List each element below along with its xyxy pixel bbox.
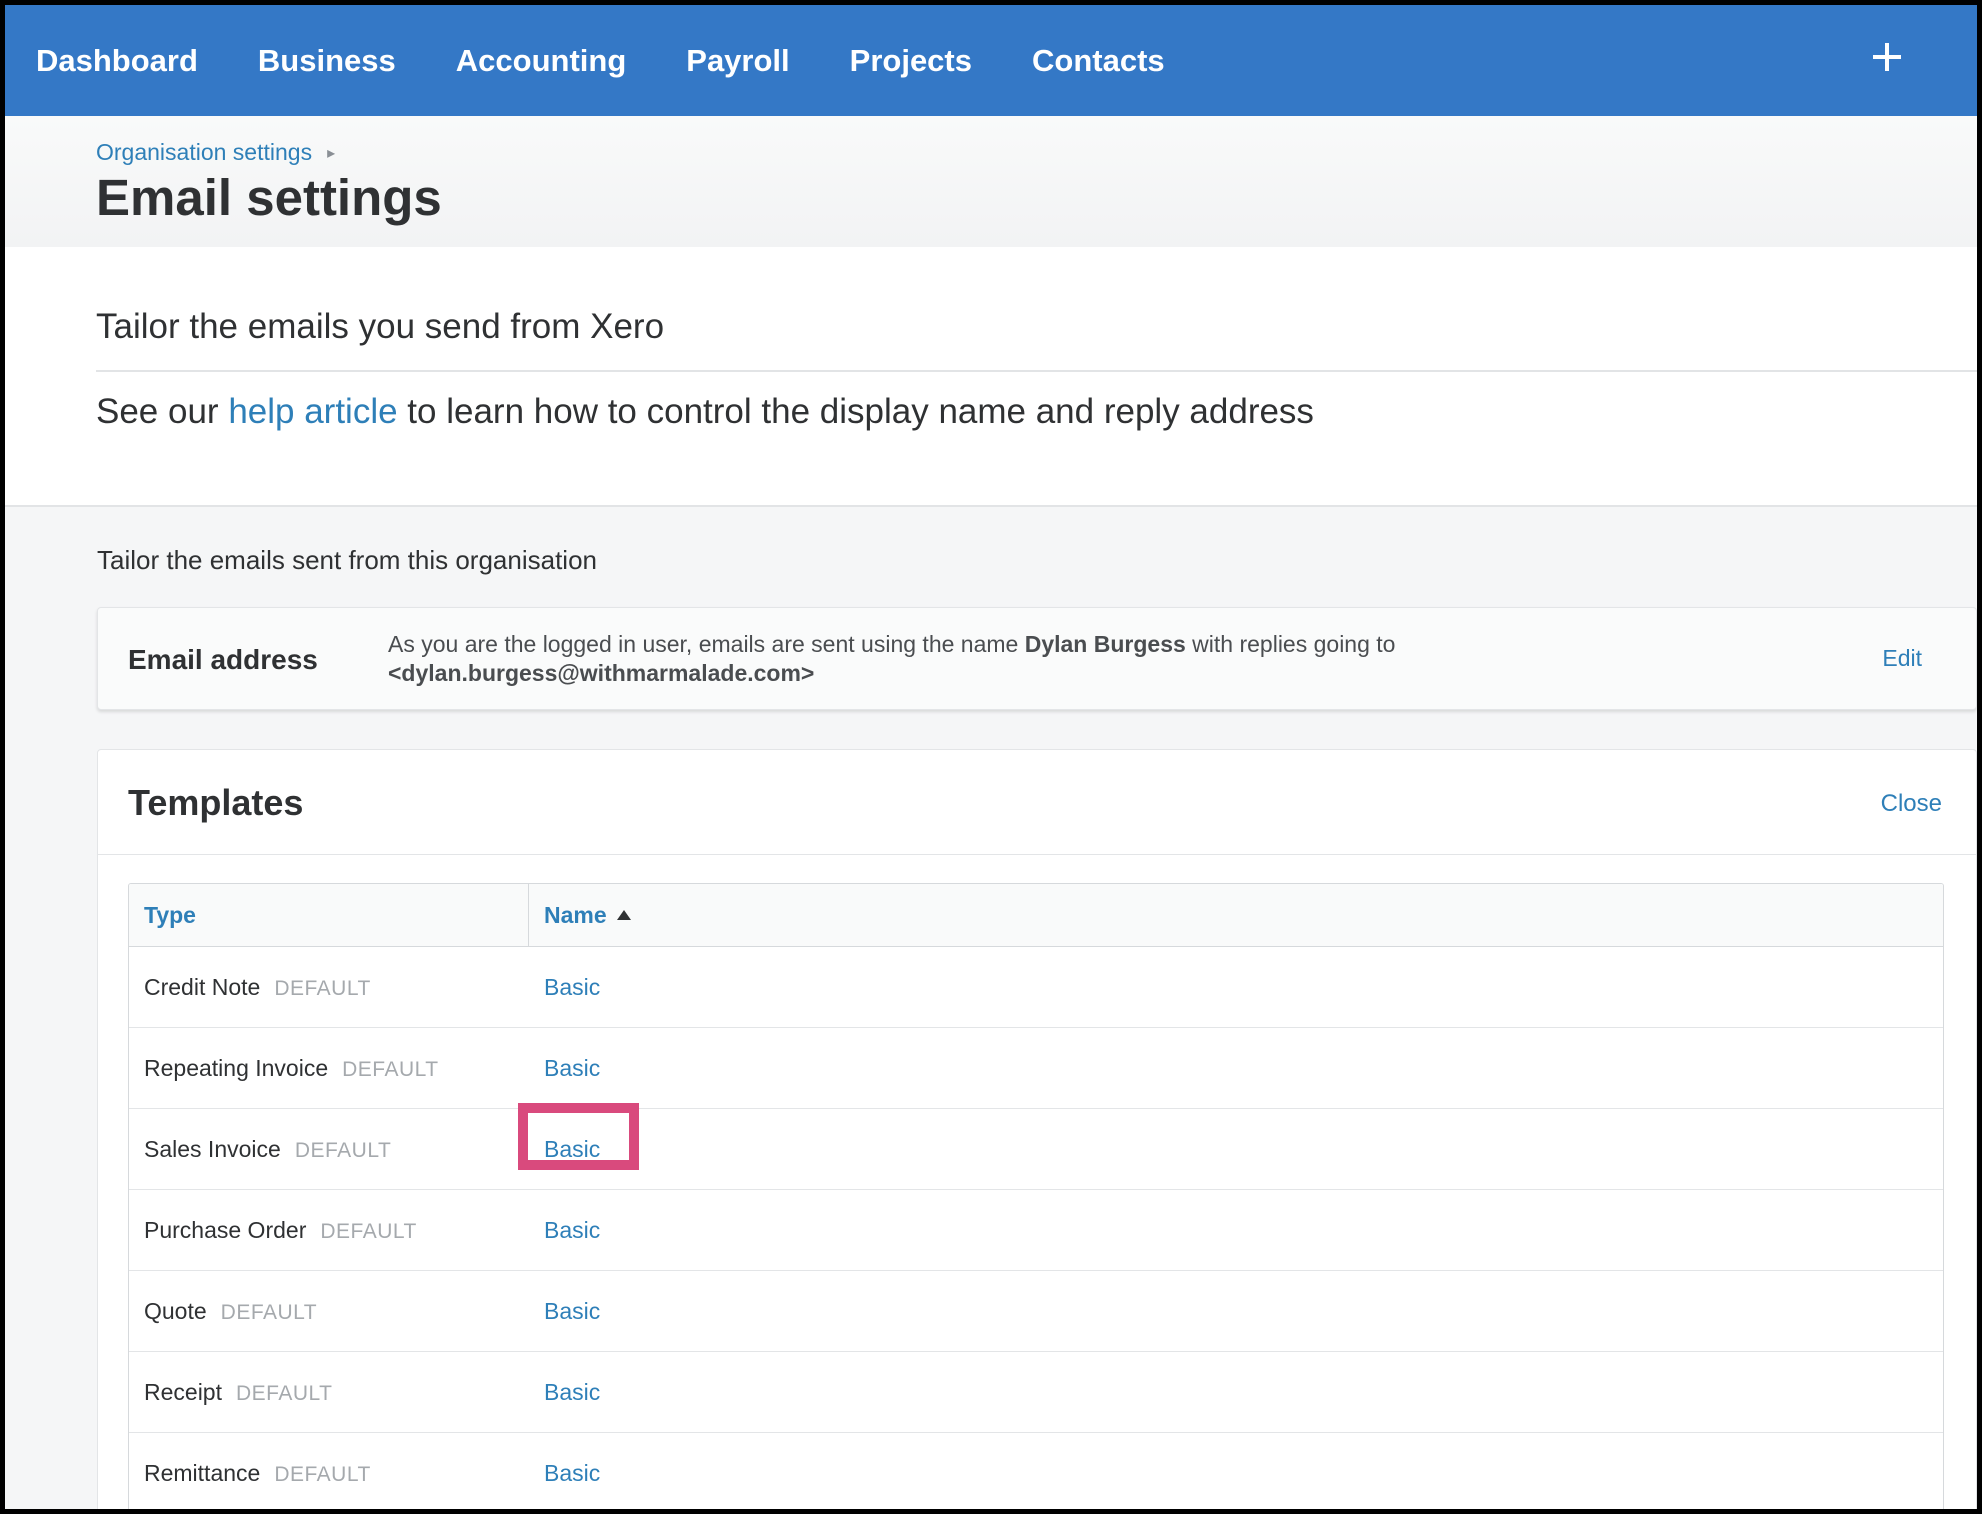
template-type: Remittance DEFAULT — [129, 1460, 529, 1487]
templates-table: Type Name Credit Note DEFAULT Basic Repea… — [128, 883, 1944, 1509]
template-name-link[interactable]: Basic — [544, 974, 600, 1000]
table-header: Type Name — [129, 884, 1943, 947]
template-name: Basic — [529, 1298, 1943, 1325]
template-type: Receipt DEFAULT — [129, 1379, 529, 1406]
sender-name: Dylan Burgess — [1024, 631, 1186, 657]
default-badge: DEFAULT — [274, 1462, 371, 1486]
table-row: Repeating Invoice DEFAULT Basic — [129, 1028, 1943, 1109]
top-nav: Dashboard Business Accounting Payroll Pr… — [5, 5, 1977, 116]
default-badge: DEFAULT — [235, 1381, 333, 1405]
nav-projects[interactable]: Projects — [850, 43, 972, 79]
template-name-link[interactable]: Basic — [544, 1217, 600, 1243]
email-address-label: Email address — [128, 644, 318, 675]
table-row: Receipt DEFAULT Basic — [129, 1352, 1943, 1433]
table-row: Credit Note DEFAULT Basic — [129, 947, 1943, 1028]
breadcrumb: Organisation settings ▸ — [96, 139, 335, 166]
template-type: Quote DEFAULT — [129, 1298, 529, 1325]
table-row: Remittance DEFAULT Basic — [129, 1433, 1943, 1509]
default-badge: DEFAULT — [320, 1219, 417, 1243]
template-type-label: Credit Note — [144, 973, 261, 1000]
column-header-name[interactable]: Name — [529, 884, 1943, 946]
nav-payroll[interactable]: Payroll — [686, 43, 789, 79]
column-header-type[interactable]: Type — [129, 884, 529, 946]
email-desc-prefix: As you are the logged in user, emails ar… — [388, 631, 1025, 657]
default-badge: DEFAULT — [274, 976, 371, 1000]
page-header: Organisation settings ▸ Email settings — [5, 116, 1977, 247]
template-type-label: Repeating Invoice — [144, 1054, 329, 1081]
table-row: Purchase Order DEFAULT Basic — [129, 1190, 1943, 1271]
default-badge: DEFAULT — [342, 1057, 439, 1081]
column-type-label: Type — [144, 901, 196, 928]
edit-email-button[interactable]: Edit — [1882, 645, 1922, 672]
close-templates-button[interactable]: Close — [1881, 790, 1942, 818]
intro-help-text: See our help article to learn how to con… — [96, 392, 1314, 432]
template-type: Credit Note DEFAULT — [129, 974, 529, 1001]
template-name-link[interactable]: Basic — [544, 1055, 600, 1081]
table-row: Quote DEFAULT Basic — [129, 1271, 1943, 1352]
add-new-button[interactable] — [1857, 27, 1917, 87]
nav-contacts[interactable]: Contacts — [1032, 43, 1165, 79]
templates-card: Templates Close Type Name Credit Note DEF… — [97, 749, 1977, 1509]
intro-heading: Tailor the emails you send from Xero — [96, 307, 665, 346]
app-window: Dashboard Business Accounting Payroll Pr… — [5, 5, 1977, 1509]
plus-icon — [1873, 43, 1901, 71]
chevron-right-icon: ▸ — [327, 144, 336, 162]
template-name: Basic — [529, 1055, 1943, 1082]
email-address-description: As you are the logged in user, emails ar… — [388, 630, 1395, 688]
template-type: Purchase Order DEFAULT — [129, 1217, 529, 1244]
template-name-link[interactable]: Basic — [544, 1460, 600, 1486]
help-suffix: to learn how to control the display name… — [397, 392, 1314, 431]
template-type-label: Purchase Order — [144, 1216, 307, 1243]
reply-address: <dylan.burgess@withmarmalade.com> — [388, 660, 815, 686]
template-name: Basic — [529, 1460, 1943, 1487]
help-prefix: See our — [96, 392, 229, 431]
nav-accounting[interactable]: Accounting — [456, 43, 627, 79]
column-name-label: Name — [544, 901, 607, 928]
template-type-label: Sales Invoice — [144, 1135, 281, 1162]
section-caption: Tailor the emails sent from this organis… — [97, 545, 598, 575]
templates-title: Templates — [128, 782, 304, 823]
template-type: Repeating Invoice DEFAULT — [129, 1055, 529, 1082]
page-title: Email settings — [96, 169, 442, 226]
template-type: Sales Invoice DEFAULT — [129, 1136, 529, 1163]
template-name-link[interactable]: Basic — [544, 1379, 600, 1405]
nav-business[interactable]: Business — [258, 43, 396, 79]
email-address-card: Email address As you are the logged in u… — [97, 607, 1977, 710]
template-name: Basic — [529, 1217, 1943, 1244]
template-type-label: Receipt — [144, 1378, 222, 1405]
help-article-link[interactable]: help article — [228, 392, 397, 431]
default-badge: DEFAULT — [294, 1138, 392, 1162]
template-name: Basic — [518, 1102, 1943, 1170]
template-type-label: Remittance — [144, 1459, 261, 1486]
breadcrumb-organisation-settings[interactable]: Organisation settings — [96, 139, 312, 166]
template-name: Basic — [529, 1379, 1943, 1406]
divider — [96, 370, 1977, 372]
template-name: Basic — [529, 974, 1943, 1001]
templates-header: Templates Close — [98, 750, 1976, 855]
template-name-link[interactable]: Basic — [544, 1136, 600, 1162]
template-name-link[interactable]: Basic — [544, 1298, 600, 1324]
template-type-label: Quote — [144, 1297, 207, 1324]
default-badge: DEFAULT — [220, 1300, 318, 1324]
sort-ascending-icon — [616, 910, 631, 920]
email-desc-mid: with replies going to — [1185, 631, 1396, 657]
nav-dashboard[interactable]: Dashboard — [36, 43, 198, 79]
table-row: Sales Invoice DEFAULT Basic — [129, 1102, 1943, 1190]
intro-panel: Tailor the emails you send from Xero See… — [5, 247, 1977, 507]
